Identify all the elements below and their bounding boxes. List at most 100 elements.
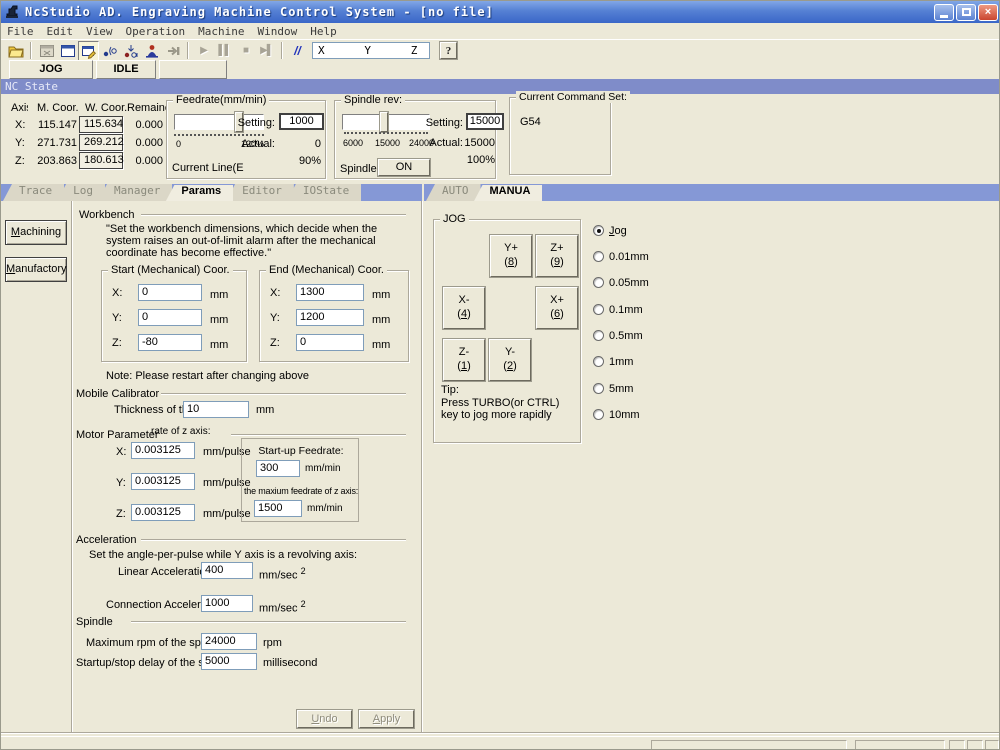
mode-tab-jog[interactable]: JOG <box>9 60 93 79</box>
jog-button-hotkey: 8 <box>504 256 517 270</box>
minimize-button[interactable] <box>934 4 954 21</box>
start-icon[interactable]: ▶ <box>193 41 214 61</box>
axis-label-z: Z: <box>15 155 25 167</box>
remained-z: 0.000 <box>123 155 163 167</box>
menu-edit[interactable]: Edit <box>47 25 74 38</box>
tab-params[interactable]: Params <box>165 185 233 201</box>
step-radio-1mm[interactable] <box>593 356 604 367</box>
step-radio-0-5mm[interactable] <box>593 330 604 341</box>
zmax-feedrate-input[interactable]: 1500 <box>254 500 302 517</box>
maximize-button[interactable] <box>956 4 976 21</box>
col-header-mcoor: M. Coor. <box>37 102 79 114</box>
wcoor-x[interactable]: 115.634 <box>79 116 123 133</box>
tab-editor[interactable]: Editor <box>226 184 294 201</box>
pause-icon[interactable]: ▌▌ <box>214 41 235 61</box>
axes-display-field[interactable]: X Y Z <box>312 42 430 59</box>
stop-icon[interactable]: ■ <box>235 41 256 61</box>
undo-button[interactable]: Undo <box>297 710 352 728</box>
help-icon[interactable]: ? <box>440 42 457 59</box>
thickness-unit: mm <box>256 404 274 416</box>
motor-y-input[interactable]: 0.003125 <box>131 473 195 490</box>
status-cell-1 <box>651 740 847 750</box>
sidebar-manufactory-button[interactable]: Manufactory <box>5 257 67 282</box>
motor-x-input[interactable]: 0.003125 <box>131 442 195 459</box>
jog-y-plus-button[interactable]: Y+ 8 <box>490 235 532 277</box>
step-label-1mm: 1mm <box>609 356 633 368</box>
step-radio-0-1mm[interactable] <box>593 304 604 315</box>
max-rpm-input[interactable]: 24000 <box>201 633 257 650</box>
close-button[interactable]: × <box>978 4 998 21</box>
spindle-slider-thumb[interactable] <box>380 112 388 132</box>
end-y-input[interactable]: 1200 <box>296 309 364 326</box>
toolbar: ▶ ▌▌ ■ ▶▌ // X Y Z ? <box>1 39 1000 61</box>
jog-y-minus-button[interactable]: Y- 2 <box>489 339 531 381</box>
jog-x-plus-button[interactable]: X+ 6 <box>536 287 578 329</box>
menu-bar: File Edit View Operation Machine Window … <box>1 23 1000 39</box>
command-set-group: Current Command Set: G54 <box>509 97 611 175</box>
col-header-wcoor: W. Coor. <box>85 102 127 114</box>
start-y-input[interactable]: 0 <box>138 309 202 326</box>
spindle-setting-value[interactable]: 15000 <box>466 113 504 130</box>
step-radio-0-05mm[interactable] <box>593 277 604 288</box>
start-x-input[interactable]: 0 <box>138 284 202 301</box>
sidebar-machining-button[interactable]: Machining <box>5 220 67 245</box>
step-radio-10mm[interactable] <box>593 409 604 420</box>
feedrate-setting-label: Setting: <box>237 117 275 129</box>
back-to-origin-icon[interactable] <box>120 41 141 61</box>
step-radio-0-01mm[interactable] <box>593 251 604 262</box>
menu-file[interactable]: File <box>7 25 34 38</box>
motor-y-label: Y: <box>116 477 126 489</box>
jog-z-plus-button[interactable]: Z+ 9 <box>536 235 578 277</box>
goto-position-icon[interactable] <box>162 41 183 61</box>
spindle-delay-input[interactable]: 5000 <box>201 653 257 670</box>
conn-accel-input[interactable]: 1000 <box>201 595 253 612</box>
jog-z-minus-button[interactable]: Z- 1 <box>443 339 485 381</box>
feedrate-setting-value[interactable]: 1000 <box>279 113 324 130</box>
end-coor-group: End (Mechanical) Coor. X: 1300 mm Y: 120… <box>259 270 409 362</box>
menu-view[interactable]: View <box>86 25 113 38</box>
startup-feedrate-input[interactable]: 300 <box>256 460 300 477</box>
simulate-icon[interactable]: // <box>287 41 308 61</box>
open-file-icon[interactable] <box>5 41 26 61</box>
jog-x-minus-button[interactable]: X- 4 <box>443 287 485 329</box>
wcoor-z[interactable]: 180.613 <box>79 152 123 169</box>
close-window-icon[interactable] <box>36 41 57 61</box>
tab-trace[interactable]: Trace <box>3 184 64 201</box>
command-set-value: G54 <box>520 116 541 128</box>
step-label-0-05mm: 0.05mm <box>609 277 649 289</box>
status-cell-2 <box>855 740 945 750</box>
linear-accel-input[interactable]: 400 <box>201 562 253 579</box>
menu-operation[interactable]: Operation <box>126 25 186 38</box>
end-x-input[interactable]: 1300 <box>296 284 364 301</box>
tool-calibration-icon[interactable] <box>141 41 162 61</box>
startup-feedrate-unit: mm/min <box>305 463 341 474</box>
tab-manager[interactable]: Manager <box>98 184 172 201</box>
spindle-on-button[interactable]: ON <box>378 159 430 176</box>
set-origin-icon[interactable] <box>99 41 120 61</box>
tab-manua[interactable]: MANUA <box>474 185 543 201</box>
menu-machine[interactable]: Machine <box>198 25 244 38</box>
jog-tip-title: Tip: <box>441 384 459 396</box>
menu-help[interactable]: Help <box>310 25 337 38</box>
tab-iostate[interactable]: IOState <box>287 184 361 201</box>
menu-window[interactable]: Window <box>257 25 297 38</box>
thickness-input[interactable]: 10 <box>183 401 249 418</box>
jog-button-label: Y- <box>505 346 515 360</box>
step-radio-jog[interactable] <box>593 225 604 236</box>
mode-tab-blank <box>159 60 227 79</box>
tab-log[interactable]: Log <box>57 184 105 201</box>
spindle-delay-unit: millisecond <box>263 657 317 669</box>
edit-window-icon[interactable] <box>78 41 99 61</box>
wcoor-y[interactable]: 269.212 <box>79 134 123 151</box>
end-z-input[interactable]: 0 <box>296 334 364 351</box>
tab-auto[interactable]: AUTO <box>426 184 481 201</box>
end-y-label: Y: <box>270 312 280 324</box>
motor-z-input[interactable]: 0.003125 <box>131 504 195 521</box>
show-window-icon[interactable] <box>57 41 78 61</box>
step-label-5mm: 5mm <box>609 383 633 395</box>
advanced-start-icon[interactable]: ▶▌ <box>256 41 277 61</box>
step-radio-5mm[interactable] <box>593 383 604 394</box>
spindle-percent: 100% <box>453 154 495 166</box>
apply-button[interactable]: Apply <box>359 710 414 728</box>
start-z-input[interactable]: -80 <box>138 334 202 351</box>
